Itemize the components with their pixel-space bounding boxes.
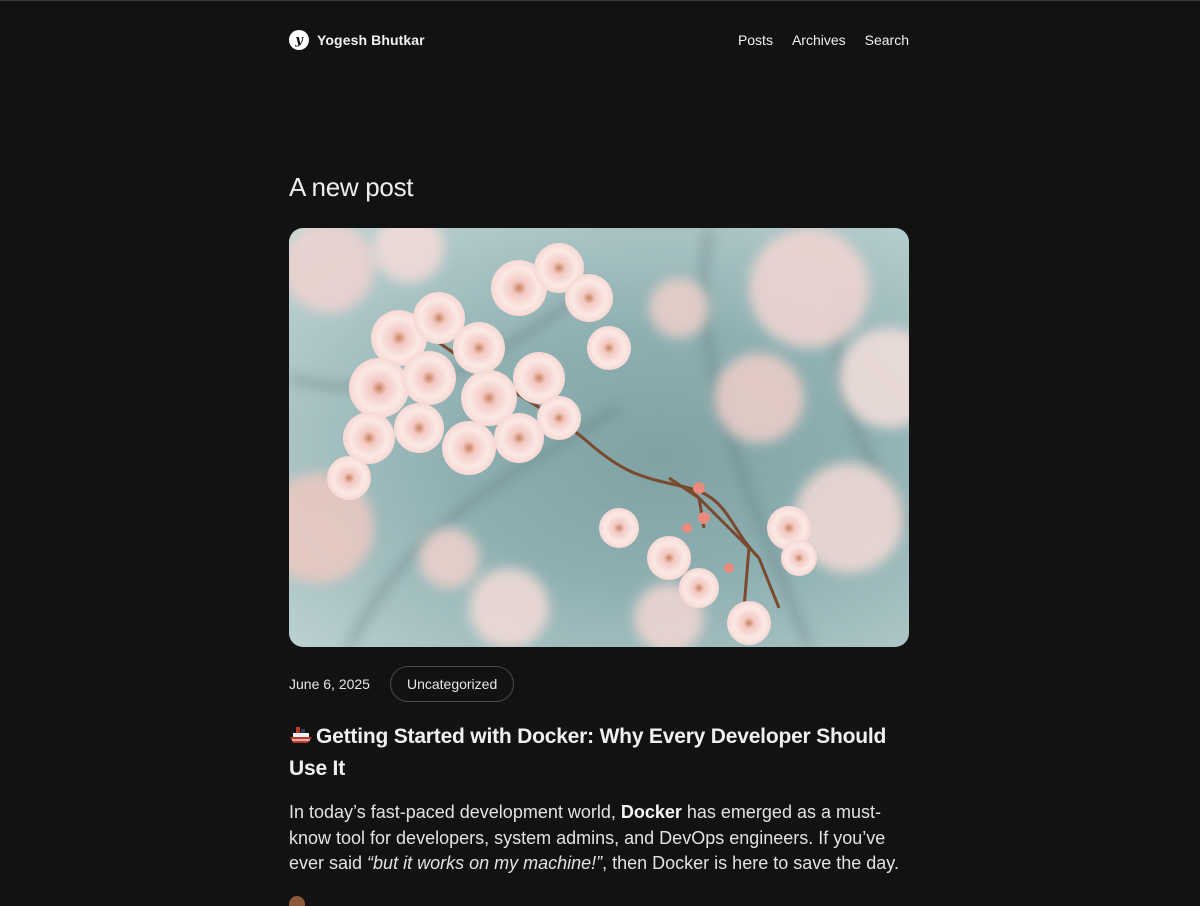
post-title-link[interactable]: Getting Started with Docker: Why Every D… bbox=[289, 725, 886, 780]
post-title: Getting Started with Docker: Why Every D… bbox=[289, 722, 909, 784]
site-logo-icon: y bbox=[289, 30, 309, 50]
site-title: Yogesh Bhutkar bbox=[317, 32, 425, 48]
page-container: y Yogesh Bhutkar Posts Archives Search A… bbox=[289, 0, 909, 906]
post-excerpt: In today’s fast-paced development world,… bbox=[289, 800, 913, 877]
ship-icon bbox=[289, 724, 313, 754]
excerpt-text-end: , then Docker is here to save the day. bbox=[602, 853, 899, 873]
main-nav: Posts Archives Search bbox=[738, 32, 909, 48]
next-emoji-peek-icon bbox=[289, 896, 305, 906]
nav-search[interactable]: Search bbox=[865, 32, 909, 48]
excerpt-quote: “but it works on my machine!” bbox=[367, 853, 603, 873]
category-chip[interactable]: Uncategorized bbox=[389, 666, 515, 702]
site-header: y Yogesh Bhutkar Posts Archives Search bbox=[289, 0, 909, 80]
post-meta: June 6, 2025 Uncategorized bbox=[289, 666, 515, 702]
post-date: June 6, 2025 bbox=[289, 676, 370, 692]
excerpt-text-start: In today’s fast-paced development world, bbox=[289, 802, 621, 822]
cherry-blossom-image bbox=[289, 228, 909, 647]
excerpt-bold-docker: Docker bbox=[620, 802, 682, 822]
nav-archives[interactable]: Archives bbox=[792, 32, 846, 48]
post-featured-image[interactable] bbox=[289, 228, 909, 647]
site-brand-link[interactable]: y Yogesh Bhutkar bbox=[289, 30, 425, 50]
nav-posts[interactable]: Posts bbox=[738, 32, 773, 48]
page-heading: A new post bbox=[289, 172, 414, 202]
